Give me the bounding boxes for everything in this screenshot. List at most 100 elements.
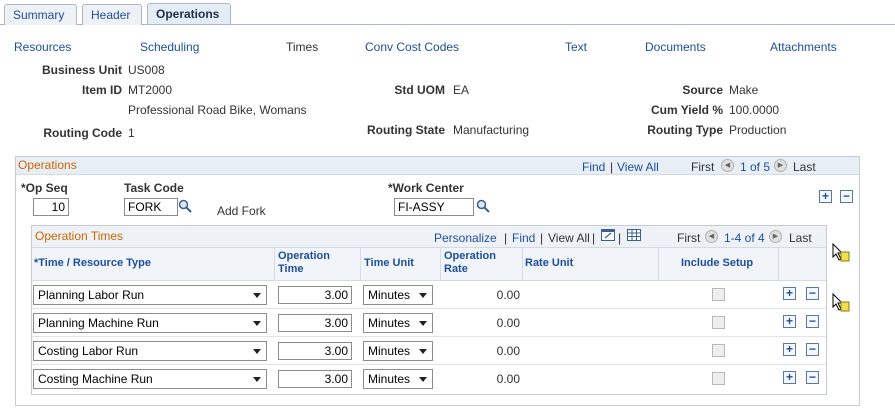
- time-unit-select[interactable]: Minutes: [363, 285, 433, 305]
- operation-time-input[interactable]: [278, 314, 352, 332]
- cum-yield-value: 100.0000: [729, 103, 780, 117]
- magnifier-icon[interactable]: [178, 199, 192, 213]
- add-row-button[interactable]: +: [783, 315, 796, 328]
- add-operation-button[interactable]: +: [819, 190, 832, 203]
- time-unit-select[interactable]: Minutes: [363, 341, 433, 361]
- arrow-right-icon[interactable]: ▶: [769, 230, 782, 243]
- operation-time-input[interactable]: [278, 342, 352, 360]
- row-divider: [32, 308, 826, 309]
- col-header-rate-unit[interactable]: Rate Unit: [525, 257, 573, 270]
- time-resource-type-select[interactable]: Planning Labor Run: [33, 285, 267, 305]
- magnifier-icon[interactable]: [476, 199, 490, 213]
- tab-summary[interactable]: Summary: [4, 4, 77, 25]
- std-uom-label: Std UOM: [394, 83, 445, 97]
- chevron-down-icon: [253, 349, 261, 354]
- routing-code-value: 1: [128, 126, 135, 140]
- work-center-input[interactable]: [394, 198, 474, 216]
- operations-view-all-link[interactable]: View All: [617, 160, 659, 174]
- arrow-left-icon[interactable]: ◀: [721, 159, 734, 172]
- operations-title: Operations: [18, 158, 77, 172]
- col-header-type[interactable]: *Time / Resource Type: [34, 257, 151, 270]
- chevron-down-icon: [419, 293, 427, 298]
- include-setup-checkbox[interactable]: [712, 344, 725, 357]
- personalize-link[interactable]: Personalize: [434, 231, 497, 245]
- time-unit-select[interactable]: Minutes: [363, 369, 433, 389]
- routing-type-label: Routing Type: [647, 123, 723, 137]
- grid-first-label: First: [677, 231, 701, 245]
- time-resource-type-select[interactable]: Costing Labor Run: [33, 341, 267, 361]
- operation-rate-value: 0.00: [496, 372, 520, 386]
- arrow-right-icon[interactable]: ▶: [774, 159, 787, 172]
- item-description: Professional Road Bike, Womans: [128, 103, 307, 117]
- task-description: Add Fork: [217, 204, 266, 218]
- add-row-button[interactable]: +: [783, 343, 796, 356]
- select-value: Minutes: [368, 288, 411, 302]
- include-setup-checkbox[interactable]: [712, 316, 725, 329]
- delete-row-button[interactable]: −: [806, 287, 819, 300]
- grid-last-label: Last: [789, 231, 812, 245]
- include-setup-checkbox[interactable]: [712, 288, 725, 301]
- select-value: Minutes: [368, 316, 411, 330]
- routing-state-value: Manufacturing: [453, 123, 530, 137]
- grid-counter: 1-4 of 4: [724, 231, 765, 245]
- select-value: Costing Labor Run: [38, 344, 139, 358]
- delete-row-button[interactable]: −: [806, 315, 819, 328]
- operation-time-input[interactable]: [278, 286, 352, 304]
- op-seq-label: *Op Seq: [21, 181, 68, 195]
- include-setup-checkbox[interactable]: [712, 372, 725, 385]
- col-header-op-rate[interactable]: Operation Rate: [444, 250, 514, 276]
- grid-view-all[interactable]: View All: [548, 231, 590, 245]
- grid-find-link[interactable]: Find: [512, 231, 535, 245]
- help-cursor-icon[interactable]: [832, 243, 850, 263]
- grid-separator: |: [592, 231, 596, 245]
- select-value: Costing Machine Run: [38, 372, 153, 386]
- chevron-down-icon: [419, 349, 427, 354]
- add-row-button[interactable]: +: [783, 287, 796, 300]
- column-divider: [778, 248, 779, 281]
- source-label: Source: [682, 83, 723, 97]
- subnav-conv-cost-codes[interactable]: Conv Cost Codes: [365, 40, 459, 54]
- time-resource-type-select[interactable]: Planning Machine Run: [33, 313, 267, 333]
- op-seq-input[interactable]: [33, 198, 69, 216]
- source-value: Make: [729, 83, 759, 97]
- operations-find-link[interactable]: Find: [582, 160, 605, 174]
- task-code-label: Task Code: [124, 181, 184, 195]
- row-divider: [32, 364, 826, 365]
- operation-time-input[interactable]: [278, 370, 352, 388]
- subnav-resources[interactable]: Resources: [14, 40, 71, 54]
- routing-state-label: Routing State: [367, 123, 445, 137]
- zoom-window-icon[interactable]: [601, 229, 615, 241]
- tab-operations[interactable]: Operations: [147, 3, 231, 24]
- col-header-include-setup[interactable]: Include Setup: [681, 257, 753, 270]
- task-code-input[interactable]: [124, 198, 178, 216]
- subnav-text[interactable]: Text: [565, 40, 587, 54]
- subnav-attachments[interactable]: Attachments: [770, 40, 837, 54]
- cum-yield-label: Cum Yield %: [650, 103, 723, 117]
- subnav-documents[interactable]: Documents: [645, 40, 706, 54]
- delete-row-button[interactable]: −: [806, 371, 819, 384]
- col-header-time-unit[interactable]: Time Unit: [364, 257, 414, 270]
- operation-rate-value: 0.00: [496, 288, 520, 302]
- operation-rate-value: 0.00: [496, 344, 520, 358]
- select-value: Planning Labor Run: [38, 288, 145, 302]
- chevron-down-icon: [253, 293, 261, 298]
- item-id-label: Item ID: [81, 83, 122, 97]
- chevron-down-icon: [419, 377, 427, 382]
- operations-separator: |: [610, 160, 614, 174]
- delete-operation-button[interactable]: −: [840, 190, 853, 203]
- subnav-times: Times: [286, 40, 319, 54]
- subnav-scheduling[interactable]: Scheduling: [140, 40, 199, 54]
- operations-last-label: Last: [793, 160, 816, 174]
- operation-rate-value: 0.00: [496, 316, 520, 330]
- time-resource-type-select[interactable]: Costing Machine Run: [33, 369, 267, 389]
- tab-header[interactable]: Header: [82, 4, 142, 25]
- col-header-op-time[interactable]: Operation Time: [278, 250, 358, 276]
- arrow-left-icon[interactable]: ◀: [705, 230, 718, 243]
- add-row-button[interactable]: +: [783, 371, 796, 384]
- grid-separator: |: [540, 231, 544, 245]
- help-cursor-icon[interactable]: [832, 293, 850, 313]
- grid-download-icon[interactable]: [627, 229, 641, 241]
- time-unit-select[interactable]: Minutes: [363, 313, 433, 333]
- delete-row-button[interactable]: −: [806, 343, 819, 356]
- business-unit-label: Business Unit: [41, 63, 122, 77]
